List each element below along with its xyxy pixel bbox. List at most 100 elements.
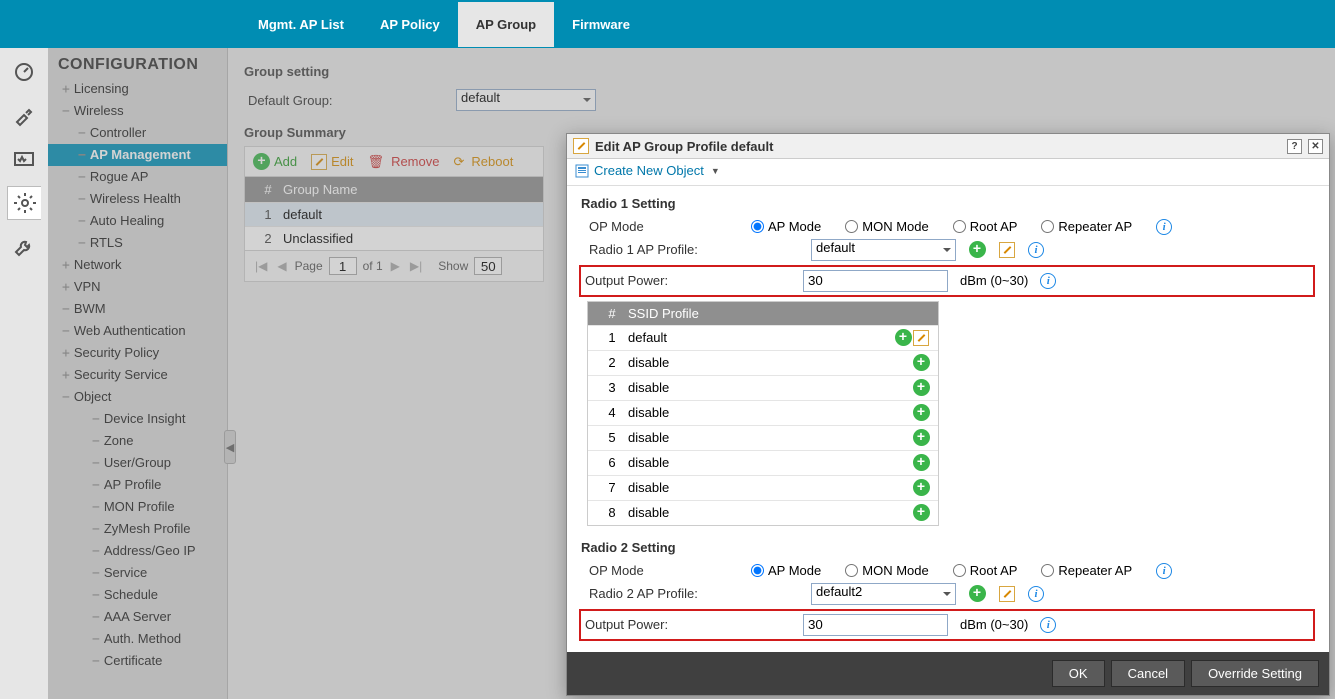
nav-address-geo-ip[interactable]: Address/Geo IP xyxy=(48,540,227,562)
pager-page-input[interactable] xyxy=(329,257,357,275)
nav-wireless-health[interactable]: Wireless Health xyxy=(48,188,227,210)
nav-user-group[interactable]: User/Group xyxy=(48,452,227,474)
ssid-add[interactable]: + xyxy=(912,354,930,372)
radio1-profile-select[interactable]: default xyxy=(811,239,956,261)
nav-auto-healing[interactable]: Auto Healing xyxy=(48,210,227,232)
table-row[interactable]: 1default xyxy=(245,202,543,226)
ssid-row[interactable]: 3disable+ xyxy=(588,375,938,400)
ssid-add[interactable]: + xyxy=(912,454,930,472)
radio1-opmode-label: OP Mode xyxy=(589,219,739,234)
radio1-output-unit: dBm (0~30) xyxy=(960,273,1028,288)
col-group-name: Group Name xyxy=(283,182,357,197)
radio1-profile-add[interactable]: + xyxy=(968,241,986,259)
nav-vpn[interactable]: VPN xyxy=(48,276,227,298)
radio2-profile-select[interactable]: default2 xyxy=(811,583,956,605)
radio2-root-ap[interactable]: Root AP xyxy=(953,563,1018,578)
ssid-row[interactable]: 8disable+ xyxy=(588,500,938,525)
override-setting-button[interactable]: Override Setting xyxy=(1191,660,1319,687)
nav-service[interactable]: Service xyxy=(48,562,227,584)
nav-zymesh-profile[interactable]: ZyMesh Profile xyxy=(48,518,227,540)
ssid-add[interactable]: + xyxy=(912,379,930,397)
nav-rtls[interactable]: RTLS xyxy=(48,232,227,254)
radio1-repeater-ap[interactable]: Repeater AP xyxy=(1041,219,1132,234)
nav-rogue-ap[interactable]: Rogue AP xyxy=(48,166,227,188)
close-button[interactable]: ✕ xyxy=(1308,139,1323,154)
radio1-output-label: Output Power: xyxy=(585,273,791,288)
add-button[interactable]: +Add xyxy=(253,153,297,170)
info-icon[interactable]: i xyxy=(1040,273,1056,289)
maintenance-icon[interactable] xyxy=(7,230,41,264)
ssid-row[interactable]: 1default+ xyxy=(588,325,938,350)
radio2-mon-mode[interactable]: MON Mode xyxy=(845,563,928,578)
radio2-profile-edit[interactable] xyxy=(998,585,1016,603)
ssid-add[interactable]: + xyxy=(912,429,930,447)
radio2-ap-mode[interactable]: AP Mode xyxy=(751,563,821,578)
nav-security-policy[interactable]: Security Policy xyxy=(48,342,227,364)
radio1-mon-mode[interactable]: MON Mode xyxy=(845,219,928,234)
radio2-profile-add[interactable]: + xyxy=(968,585,986,603)
info-icon[interactable]: i xyxy=(1028,242,1044,258)
radio2-output-input[interactable] xyxy=(803,614,948,636)
help-button[interactable]: ? xyxy=(1287,139,1302,154)
table-row[interactable]: 2Unclassified xyxy=(245,226,543,250)
nav-device-insight[interactable]: Device Insight xyxy=(48,408,227,430)
pager-last[interactable]: ▶| xyxy=(408,259,424,273)
nav-certificate[interactable]: Certificate xyxy=(48,650,227,672)
edit-button[interactable]: Edit xyxy=(311,154,353,170)
ssid-add[interactable]: + xyxy=(894,329,912,347)
tab-ap-group[interactable]: AP Group xyxy=(458,2,554,47)
nav-bwm[interactable]: BWM xyxy=(48,298,227,320)
tab-mgmt-ap-list[interactable]: Mgmt. AP List xyxy=(240,2,362,47)
info-icon[interactable]: i xyxy=(1156,563,1172,579)
configuration-icon[interactable] xyxy=(7,186,41,220)
ssid-edit[interactable] xyxy=(912,329,930,347)
nav-controller[interactable]: Controller xyxy=(48,122,227,144)
monitor-icon[interactable] xyxy=(7,142,41,176)
tab-firmware[interactable]: Firmware xyxy=(554,2,648,47)
ssid-row[interactable]: 6disable+ xyxy=(588,450,938,475)
info-icon[interactable]: i xyxy=(1028,586,1044,602)
remove-button[interactable]: 🗑Remove xyxy=(368,154,440,170)
info-icon[interactable]: i xyxy=(1156,219,1172,235)
nav-schedule[interactable]: Schedule xyxy=(48,584,227,606)
nav-security-service[interactable]: Security Service xyxy=(48,364,227,386)
ssid-row[interactable]: 7disable+ xyxy=(588,475,938,500)
nav-network[interactable]: Network xyxy=(48,254,227,276)
info-icon[interactable]: i xyxy=(1040,617,1056,633)
nav-wireless[interactable]: Wireless xyxy=(48,100,227,122)
radio1-ap-mode[interactable]: AP Mode xyxy=(751,219,821,234)
cancel-button[interactable]: Cancel xyxy=(1111,660,1185,687)
wizard-icon[interactable] xyxy=(7,98,41,132)
nav-ap-profile[interactable]: AP Profile xyxy=(48,474,227,496)
pager-show-input[interactable] xyxy=(474,257,502,275)
ssid-add[interactable]: + xyxy=(912,404,930,422)
nav-zone[interactable]: Zone xyxy=(48,430,227,452)
radio1-profile-edit[interactable] xyxy=(998,241,1016,259)
radio2-repeater-ap[interactable]: Repeater AP xyxy=(1041,563,1132,578)
nav-object[interactable]: Object xyxy=(48,386,227,408)
ok-button[interactable]: OK xyxy=(1052,660,1105,687)
nav-aaa-server[interactable]: AAA Server xyxy=(48,606,227,628)
dashboard-icon[interactable] xyxy=(7,54,41,88)
sidebar-collapse-handle[interactable]: ◀ xyxy=(224,430,236,464)
create-new-object-link[interactable]: Create New Object xyxy=(575,163,720,178)
tab-ap-policy[interactable]: AP Policy xyxy=(362,2,458,47)
ssid-row[interactable]: 5disable+ xyxy=(588,425,938,450)
default-group-select[interactable]: default xyxy=(456,89,596,111)
nav-ap-management[interactable]: AP Management xyxy=(48,144,227,166)
pager-next[interactable]: ▶ xyxy=(389,259,402,273)
pager-prev[interactable]: ◀ xyxy=(275,259,288,273)
ssid-add[interactable]: + xyxy=(912,504,930,522)
nav-web-authentication[interactable]: Web Authentication xyxy=(48,320,227,342)
ssid-row[interactable]: 4disable+ xyxy=(588,400,938,425)
reboot-button[interactable]: ⟳Reboot xyxy=(453,154,513,170)
ssid-row[interactable]: 2disable+ xyxy=(588,350,938,375)
nav-licensing[interactable]: Licensing xyxy=(48,78,227,100)
radio1-output-input[interactable] xyxy=(803,270,948,292)
pager-first[interactable]: |◀ xyxy=(253,259,269,273)
radio1-heading: Radio 1 Setting xyxy=(581,196,1315,211)
ssid-add[interactable]: + xyxy=(912,479,930,497)
nav-auth-method[interactable]: Auth. Method xyxy=(48,628,227,650)
nav-mon-profile[interactable]: MON Profile xyxy=(48,496,227,518)
radio1-root-ap[interactable]: Root AP xyxy=(953,219,1018,234)
